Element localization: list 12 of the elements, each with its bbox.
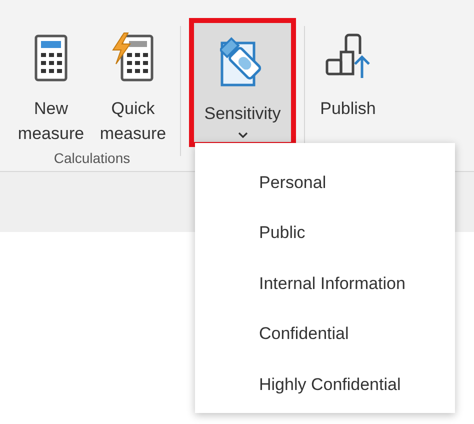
group-label: Calculations [54,149,130,168]
menu-item[interactable]: Confidential [195,308,455,359]
calculator-icon [34,34,68,82]
menu-item[interactable]: Public [195,208,455,258]
ribbon-button[interactable]: Publish [313,18,383,147]
ribbon-button[interactable]: Quick measure [94,18,172,147]
menu-item[interactable]: Personal [195,157,455,208]
ribbon-button[interactable]: Sensitivity [189,18,296,147]
menu-item[interactable]: Highly Confidential [195,359,455,410]
menu-item[interactable]: Internal Information [195,258,455,308]
ribbon-button[interactable]: New measure [12,18,90,147]
calculator-lightning-icon [110,32,156,82]
